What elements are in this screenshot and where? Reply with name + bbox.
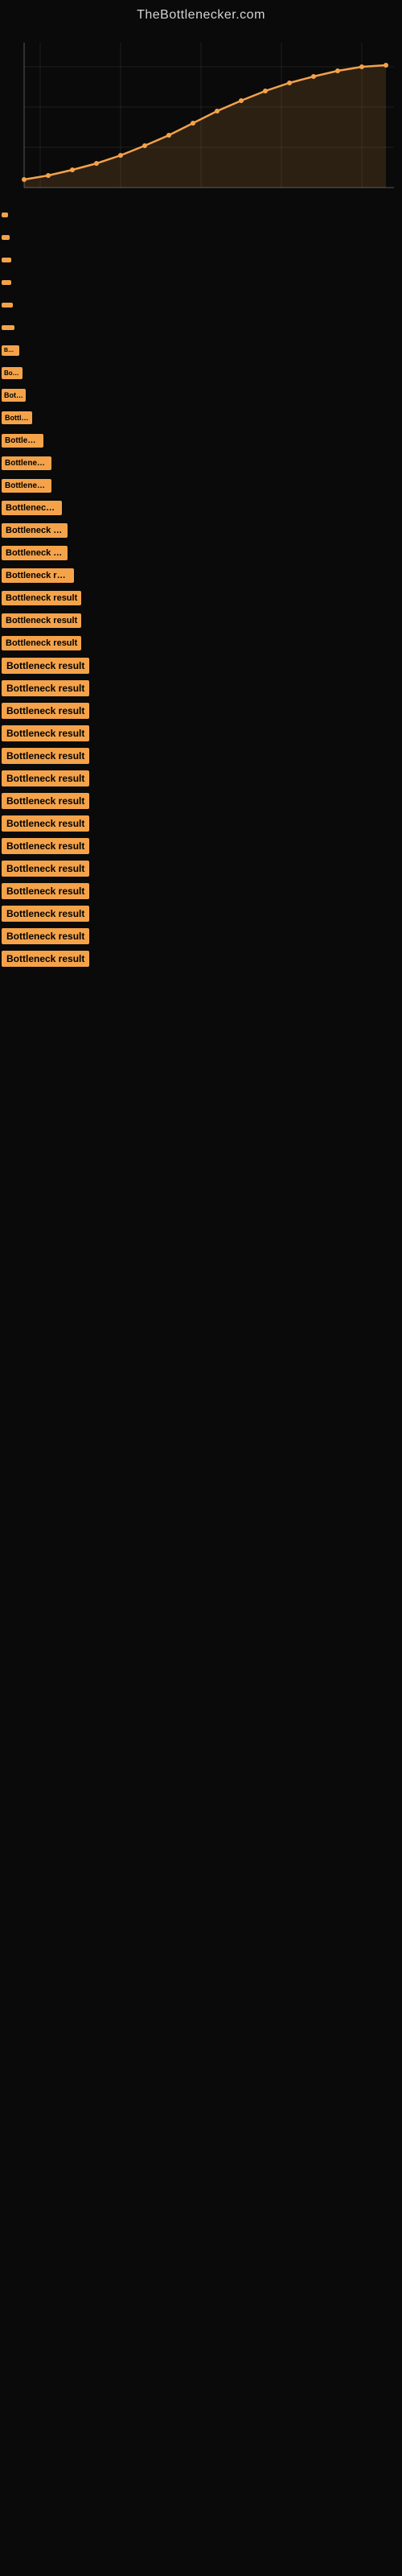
bottleneck-label: Bottleneck result [2, 213, 8, 217]
bottleneck-label: Bottleneck result [2, 367, 23, 379]
bottleneck-label: Bottleneck result [2, 703, 89, 719]
list-item[interactable]: Bottleneck result [0, 745, 402, 767]
bottleneck-label: Bottleneck result [2, 456, 51, 470]
bottleneck-label: Bottleneck result [2, 280, 11, 285]
bottleneck-label: Bottleneck result [2, 928, 89, 944]
bottleneck-label: Bottleneck result [2, 303, 13, 308]
list-item[interactable]: Bottleneck result [0, 587, 402, 609]
bottleneck-label: Bottleneck result [2, 501, 62, 515]
bottleneck-label: Bottleneck result [2, 568, 74, 583]
bottleneck-label: Bottleneck result [2, 235, 10, 240]
bottleneck-label: Bottleneck result [2, 725, 89, 741]
list-item[interactable]: Bottleneck result [0, 564, 402, 587]
bottleneck-label: Bottleneck result [2, 748, 89, 764]
list-item[interactable]: Bottleneck result [0, 339, 402, 361]
bottleneck-label: Bottleneck result [2, 325, 14, 330]
list-item[interactable]: Bottleneck result [0, 226, 402, 249]
list-item[interactable]: Bottleneck result [0, 519, 402, 542]
list-item[interactable]: Bottleneck result [0, 249, 402, 271]
list-item[interactable]: Bottleneck result [0, 474, 402, 497]
list-item[interactable]: Bottleneck result [0, 677, 402, 700]
bottleneck-label: Bottleneck result [2, 861, 89, 877]
list-item[interactable]: Bottleneck result [0, 835, 402, 857]
bottleneck-label: Bottleneck result [2, 680, 89, 696]
list-item[interactable]: Bottleneck result [0, 542, 402, 564]
list-item[interactable]: Bottleneck result [0, 384, 402, 407]
bottleneck-label: Bottleneck result [2, 258, 11, 262]
list-item[interactable]: Bottleneck result [0, 722, 402, 745]
list-item[interactable]: Bottleneck result [0, 925, 402, 947]
list-item[interactable]: Bottleneck result [0, 654, 402, 677]
list-item[interactable]: Bottleneck result [0, 632, 402, 654]
list-item[interactable]: Bottleneck result [0, 880, 402, 902]
list-item[interactable]: Bottleneck result [0, 361, 402, 384]
bottleneck-label: Bottleneck result [2, 345, 19, 356]
list-item[interactable]: Bottleneck result [0, 452, 402, 474]
list-item[interactable]: Bottleneck result [0, 947, 402, 970]
bottleneck-label: Bottleneck result [2, 793, 89, 809]
list-item[interactable]: Bottleneck result [0, 609, 402, 632]
bottleneck-label: Bottleneck result [2, 411, 32, 424]
list-item[interactable]: Bottleneck result [0, 902, 402, 925]
bottleneck-label: Bottleneck result [2, 389, 26, 402]
list-item[interactable]: Bottleneck result [0, 204, 402, 226]
bottleneck-label: Bottleneck result [2, 951, 89, 967]
list-item[interactable]: Bottleneck result [0, 700, 402, 722]
bottleneck-label: Bottleneck result [2, 479, 51, 493]
list-item[interactable]: Bottleneck result [0, 271, 402, 294]
page-container: TheBottlenecker.com [0, 0, 402, 2576]
bottleneck-label: Bottleneck result [2, 883, 89, 899]
bottleneck-label: Bottleneck result [2, 523, 68, 538]
chart-area [0, 27, 402, 204]
bottleneck-label: Bottleneck result [2, 658, 89, 674]
bottleneck-label: Bottleneck result [2, 613, 81, 628]
bottleneck-label: Bottleneck result [2, 815, 89, 832]
list-item[interactable]: Bottleneck result [0, 812, 402, 835]
list-item[interactable]: Bottleneck result [0, 497, 402, 519]
bottleneck-label: Bottleneck result [2, 546, 68, 560]
list-item[interactable]: Bottleneck result [0, 294, 402, 316]
site-title: TheBottlenecker.com [0, 0, 402, 27]
list-item[interactable]: Bottleneck result [0, 790, 402, 812]
bottleneck-list: Bottleneck result Bottleneck result Bottle… [0, 204, 402, 986]
list-item[interactable]: Bottleneck result [0, 316, 402, 339]
list-item[interactable]: Bottleneck result [0, 857, 402, 880]
bottleneck-label: Bottleneck result [2, 838, 89, 854]
bottleneck-label: Bottleneck result [2, 770, 89, 786]
bottleneck-label: Bottleneck result [2, 636, 81, 650]
list-item[interactable]: Bottleneck result [0, 767, 402, 790]
bottleneck-label: Bottleneck result [2, 434, 43, 448]
bottleneck-label: Bottleneck result [2, 591, 81, 605]
chart-svg [0, 27, 402, 204]
list-item[interactable]: Bottleneck result [0, 407, 402, 429]
list-item[interactable]: Bottleneck result [0, 429, 402, 452]
bottleneck-label: Bottleneck result [2, 906, 89, 922]
